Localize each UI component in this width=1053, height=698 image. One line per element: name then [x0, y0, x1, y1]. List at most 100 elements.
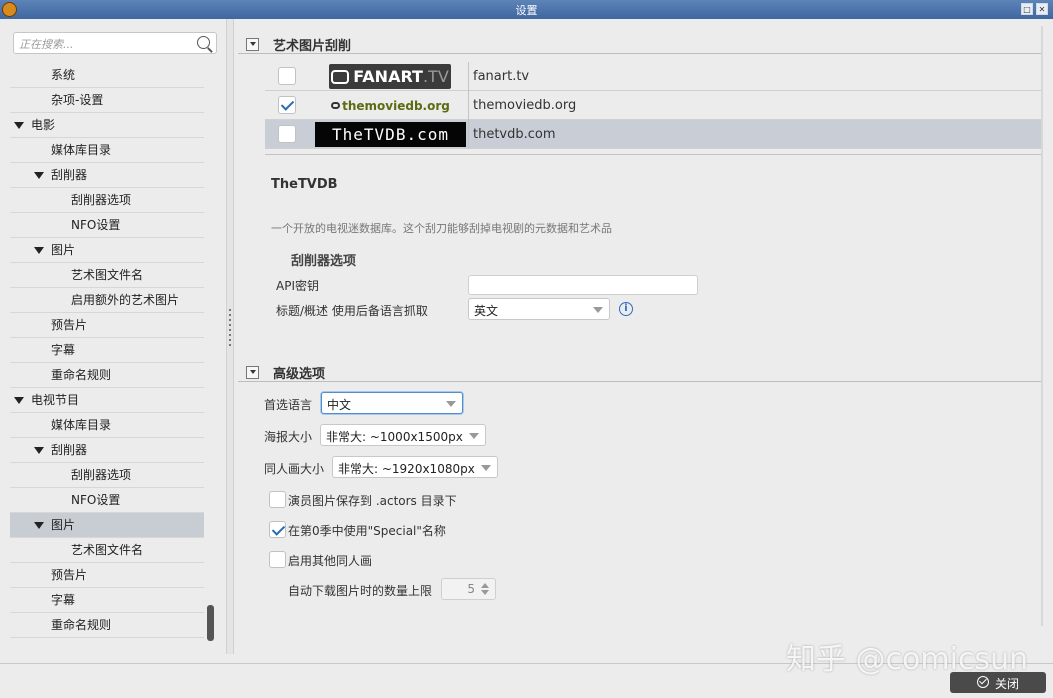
fallback-language-label: 标题/概述 使用后备语言抓取	[276, 304, 428, 318]
fanart-logo: FANART .TV	[329, 64, 451, 89]
tree-item-label: 图片	[51, 518, 76, 532]
tree-item[interactable]: 刮削器选项	[10, 188, 204, 213]
tree-item-label: 图片	[51, 243, 76, 257]
save-actor-images-checkbox[interactable]	[269, 491, 286, 508]
tree-item[interactable]: 刮削器选项	[10, 463, 204, 488]
chevron-down-icon	[593, 307, 603, 313]
tree-item-label: 刮削器选项	[71, 468, 132, 482]
scraper-options-title: 刮削器选项	[291, 254, 357, 269]
artwork-section-header[interactable]: 艺术图片刮削	[238, 34, 1041, 54]
settings-navigation: 正在搜索... 系统 杂项-设置 电影 媒体库目录 刮削器 刮削器选项 NFO设置 图片 艺术图…	[0, 19, 226, 654]
scraper-checkbox[interactable]	[278, 67, 296, 85]
tree-item[interactable]: 艺术图文件名	[10, 263, 204, 288]
tree-item[interactable]: 刮削器	[10, 438, 204, 463]
tree-item[interactable]: 刮削器	[10, 163, 204, 188]
select-value: 英文	[474, 304, 499, 318]
tree-item[interactable]: 图片	[10, 513, 204, 538]
fanart-size-label: 同人画大小	[264, 462, 325, 476]
scraper-row-tvdb[interactable]: TheTVDB.com thetvdb.com	[265, 120, 1041, 149]
preferred-language-select[interactable]: 中文	[321, 392, 463, 414]
tree-item-label: NFO设置	[71, 218, 121, 232]
scraper-row-tmdb[interactable]: themoviedb.org themoviedb.org	[265, 91, 1041, 120]
max-download-spinner[interactable]: 5	[441, 578, 496, 600]
save-actor-images-label: 演员图片保存到 .actors 目录下	[288, 494, 457, 508]
use-special-checkbox[interactable]	[269, 521, 286, 538]
maximize-button[interactable]: □	[1021, 3, 1033, 15]
tree-item-label: 刮削器	[51, 168, 88, 182]
scraper-name: thetvdb.com	[473, 127, 556, 142]
advanced-section-header[interactable]: 高级选项	[238, 362, 1041, 382]
tree-item-label: NFO设置	[71, 493, 121, 507]
tree-item[interactable]: 字幕	[10, 588, 204, 613]
section-title: 艺术图片刮削	[273, 39, 352, 54]
select-value: 非常大: ~1000x1500px	[326, 430, 463, 444]
tree-item[interactable]: 杂项-设置	[10, 88, 204, 113]
collapse-toggle-icon[interactable]	[246, 38, 259, 51]
tree-scrollbar[interactable]	[207, 65, 214, 641]
poster-size-label: 海报大小	[264, 430, 313, 444]
tree-item[interactable]: 图片	[10, 238, 204, 263]
pane-splitter[interactable]	[226, 19, 234, 654]
expand-arrow-icon[interactable]	[14, 397, 24, 404]
window-title: 设置	[515, 4, 538, 17]
tree-item[interactable]: NFO设置	[10, 213, 204, 238]
enable-extra-fanart-label: 启用其他同人画	[288, 554, 373, 568]
search-input[interactable]: 正在搜索...	[13, 32, 217, 54]
expand-arrow-icon[interactable]	[34, 172, 44, 179]
scraper-checkbox[interactable]	[278, 125, 296, 143]
scraper-row-fanart[interactable]: FANART .TV fanart.tv	[265, 62, 1041, 91]
tree-item[interactable]: 启用额外的艺术图片	[10, 288, 204, 313]
api-key-input[interactable]	[468, 275, 698, 295]
tree-item[interactable]: 字幕	[10, 338, 204, 363]
section-title: 高级选项	[273, 367, 326, 382]
expand-arrow-icon[interactable]	[34, 522, 44, 529]
scrollbar-thumb[interactable]	[207, 605, 214, 641]
tree-item[interactable]: 预告片	[10, 563, 204, 588]
api-key-label: API密钥	[276, 279, 319, 293]
tree-item-label: 系统	[51, 68, 76, 82]
content-scrollbar[interactable]	[1041, 26, 1043, 626]
tree-item[interactable]: 预告片	[10, 313, 204, 338]
tree-item-label: 预告片	[51, 318, 88, 332]
spinner-down-icon[interactable]	[481, 590, 489, 595]
tree-item[interactable]: 媒体库目录	[10, 138, 204, 163]
scraper-detail-title: TheTVDB	[271, 177, 338, 192]
tree-item[interactable]: 重命名规则	[10, 613, 204, 638]
artwork-scraper-list: FANART .TV fanart.tv themoviedb.org themo…	[265, 62, 1041, 149]
tree-item[interactable]: 系统	[10, 63, 204, 88]
logo-text: TheTVDB.com	[332, 125, 449, 144]
tree-item-label: 电视节目	[31, 393, 80, 407]
collapse-toggle-icon[interactable]	[246, 366, 259, 379]
tree-item-label: 重命名规则	[51, 618, 112, 632]
column-divider	[468, 120, 469, 149]
close-window-button[interactable]: ✕	[1036, 3, 1048, 15]
expand-arrow-icon[interactable]	[34, 447, 44, 454]
fanart-size-select[interactable]: 非常大: ~1920x1080px	[332, 456, 498, 478]
expand-arrow-icon[interactable]	[34, 247, 44, 254]
chevron-down-icon	[481, 465, 491, 471]
info-icon[interactable]: i	[619, 302, 633, 316]
tree-item[interactable]: NFO设置	[10, 488, 204, 513]
tree-item[interactable]: 艺术图文件名	[10, 538, 204, 563]
select-value: 非常大: ~1920x1080px	[338, 462, 475, 476]
enable-extra-fanart-checkbox[interactable]	[269, 551, 286, 568]
expand-arrow-icon[interactable]	[14, 122, 24, 129]
spinner-up-icon[interactable]	[481, 583, 489, 588]
tree-item-label: 启用额外的艺术图片	[71, 293, 180, 307]
scraper-checkbox[interactable]	[278, 96, 296, 114]
tv-icon	[331, 69, 350, 84]
tree-item-label: 刮削器	[51, 443, 88, 457]
spinner-value: 5	[467, 582, 475, 596]
tree-item[interactable]: 媒体库目录	[10, 413, 204, 438]
poster-size-select[interactable]: 非常大: ~1000x1500px	[320, 424, 486, 446]
preferred-language-label: 首选语言	[264, 398, 313, 412]
settings-content: 艺术图片刮削 FANART .TV fanart.tv themoviedb.or…	[234, 19, 1053, 654]
tvdb-logo: TheTVDB.com	[315, 122, 466, 147]
search-icon[interactable]	[197, 36, 210, 49]
fallback-language-select[interactable]: 英文	[468, 298, 610, 320]
tree-item[interactable]: 电影	[10, 113, 204, 138]
tree-item-label: 字幕	[51, 343, 76, 357]
tree-item[interactable]: 重命名规则	[10, 363, 204, 388]
tree-item[interactable]: 电视节目	[10, 388, 204, 413]
scraper-name: fanart.tv	[473, 69, 530, 84]
